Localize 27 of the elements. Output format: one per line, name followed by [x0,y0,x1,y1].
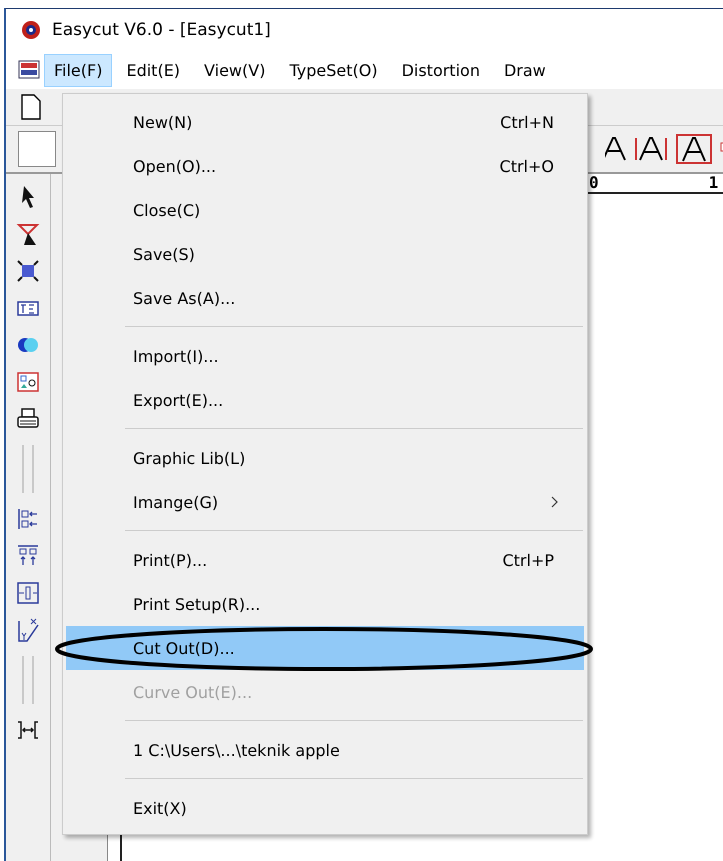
window-title: Easycut V6.0 - [Easycut1] [52,20,271,40]
menu-item[interactable]: 1 C:\Users\...\teknik apple [66,728,584,772]
chevron-right-icon [551,496,558,508]
menu-item[interactable]: Open(O)... Ctrl+O [66,144,584,188]
menu-title[interactable]: File(F) [44,54,112,86]
menu-item[interactable]: Print(P)... Ctrl+P [66,538,584,582]
menu-item[interactable]: Close(C) [66,188,584,232]
menu-item[interactable]: Imange(G) [66,480,584,524]
menu-item[interactable]: Save As(A)... [66,276,584,320]
menu-item[interactable]: New(N) Ctrl+N [66,100,584,144]
ruler-label: 0 [589,174,599,192]
menu-title[interactable]: Distortion [392,54,490,86]
ruler-label: 1 [708,174,718,192]
menu-title[interactable]: TypeSet(O) [279,54,388,86]
text-style-icon[interactable] [675,133,713,165]
menu-item[interactable]: Export(E)... [66,378,584,422]
menu-item[interactable]: Exit(X) [66,786,584,830]
menu-item[interactable]: Save(S) [66,232,584,276]
menu-item[interactable]: Print Setup(R)... [66,582,584,626]
app-icon[interactable] [18,59,40,81]
font-field[interactable] [18,131,56,167]
new-file-icon[interactable] [20,94,42,120]
menu-title[interactable]: Draw [494,54,556,86]
menu-title[interactable]: Edit(E) [116,54,190,86]
menu-item[interactable]: Graphic Lib(L) [66,436,584,480]
menu-item[interactable]: Import(I)... [66,334,584,378]
menu-title[interactable]: View(V) [194,54,276,86]
